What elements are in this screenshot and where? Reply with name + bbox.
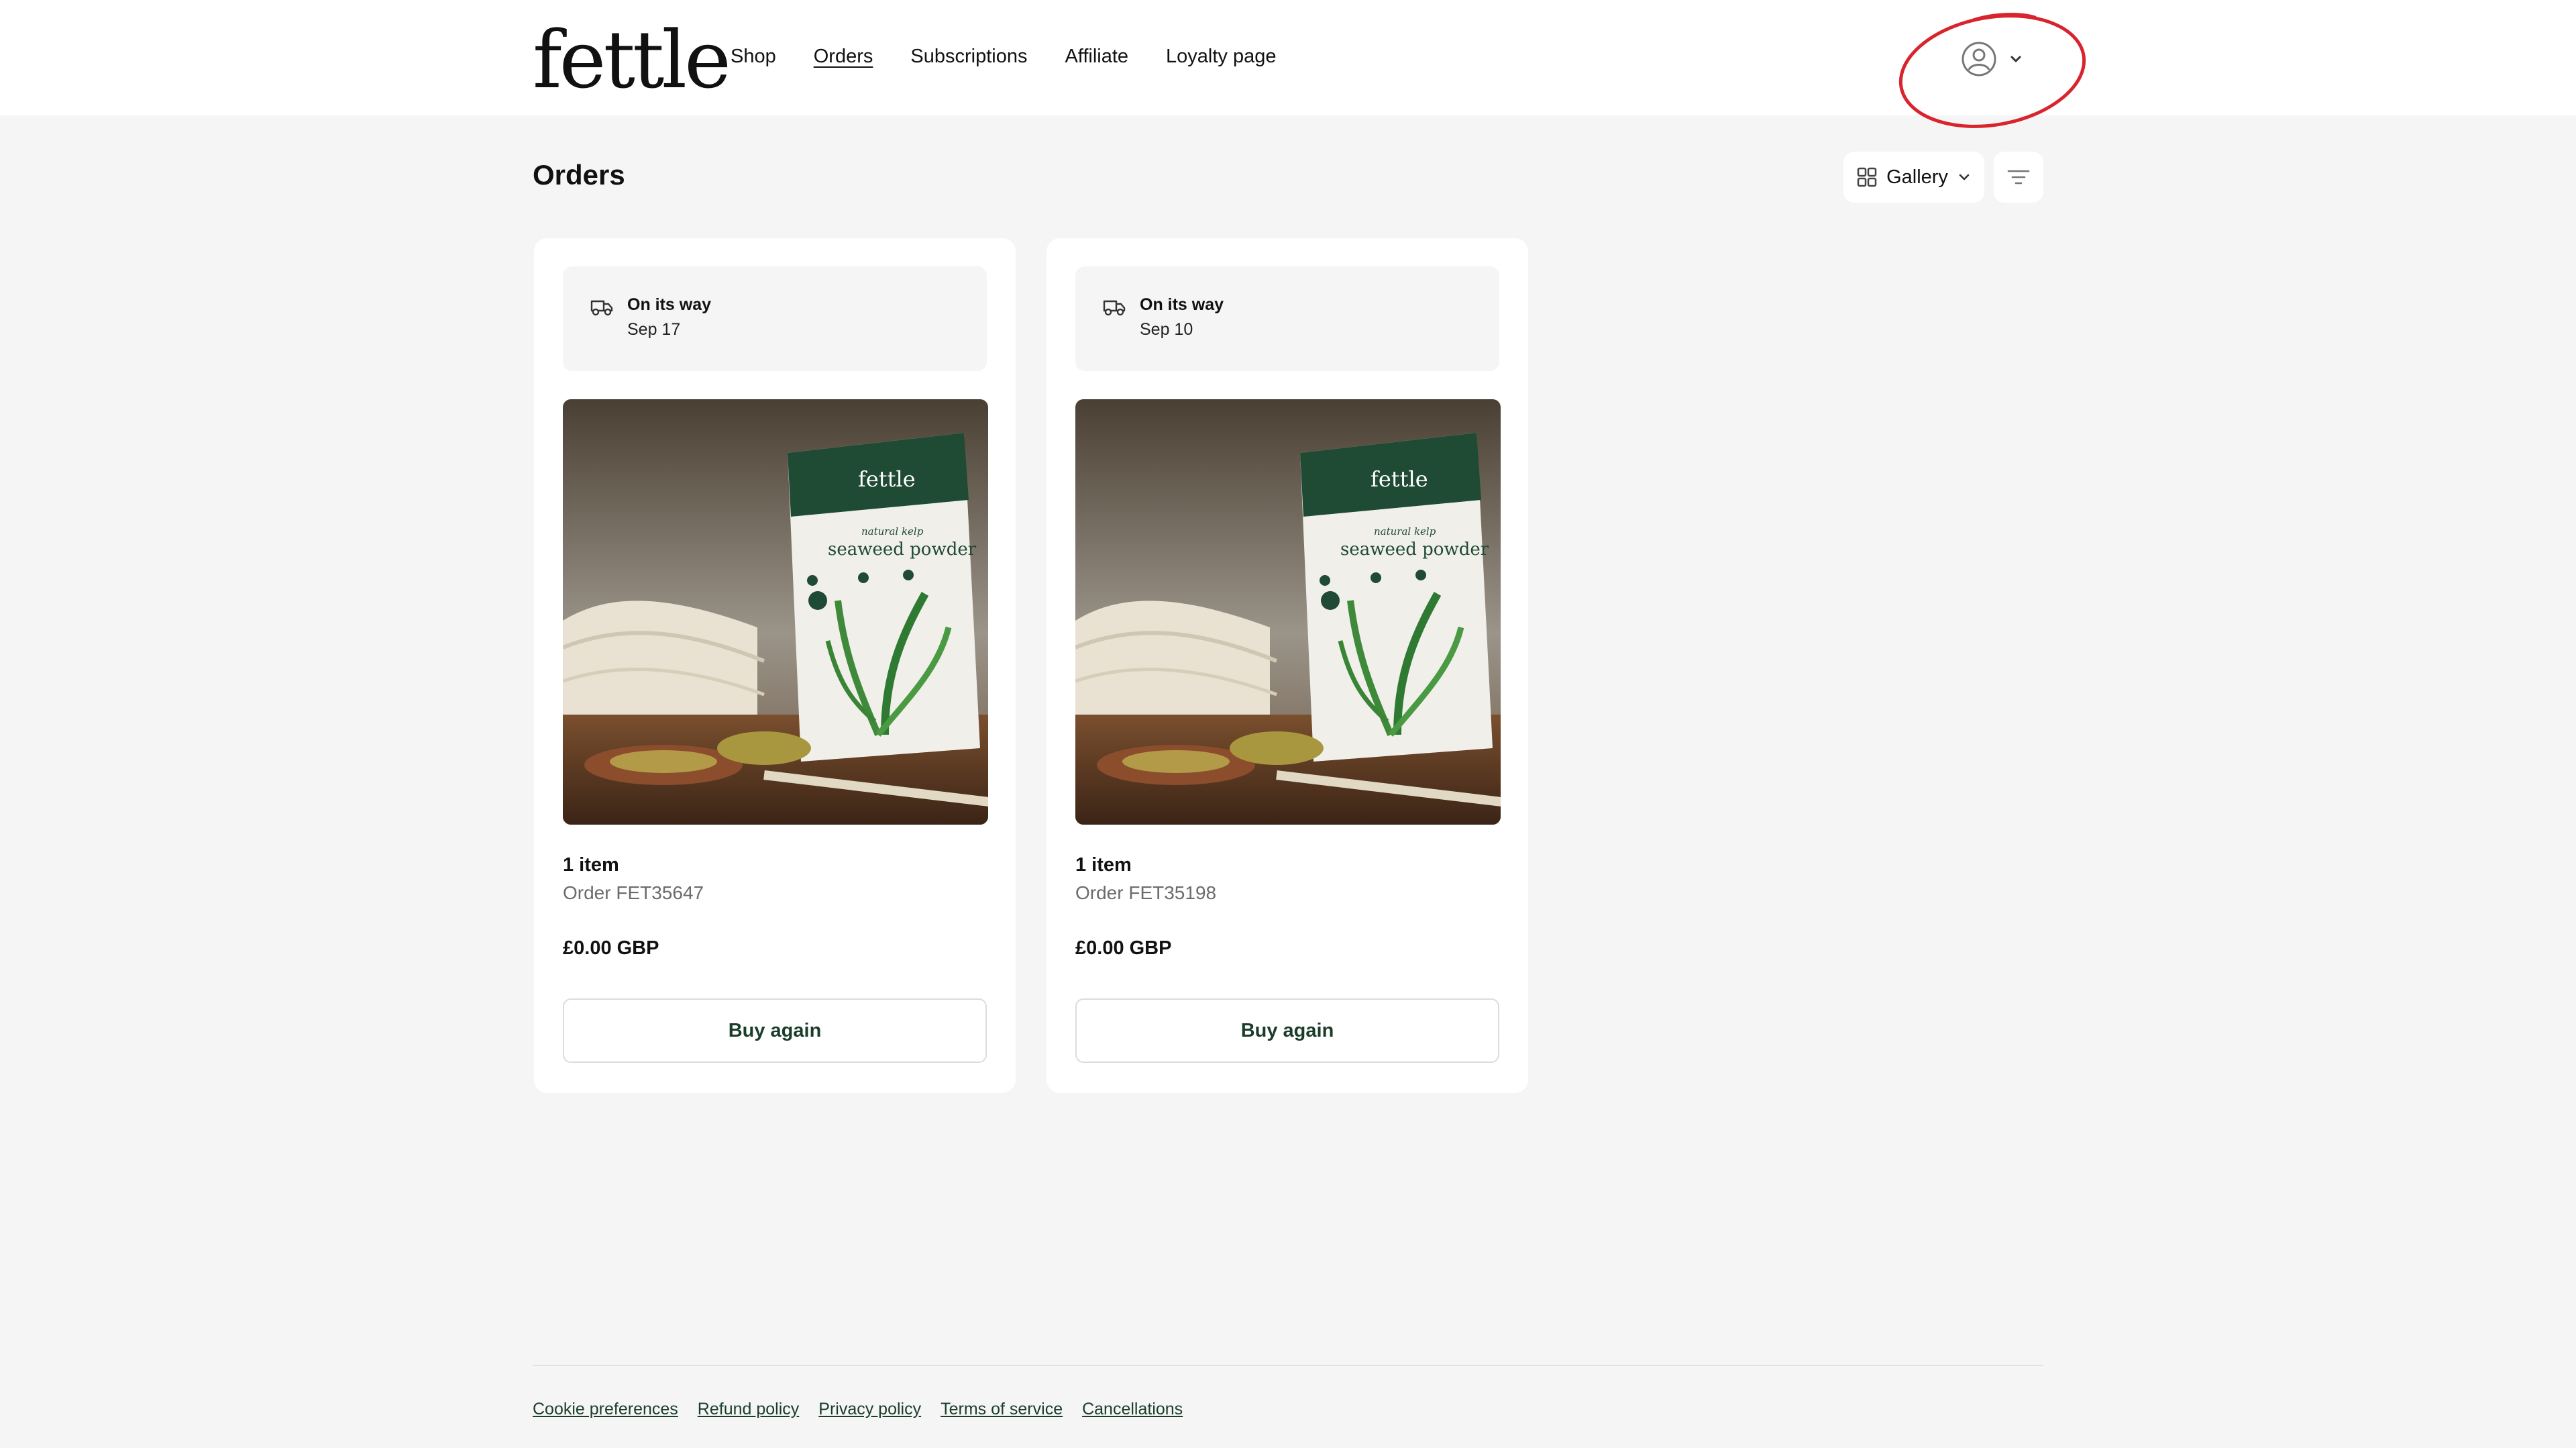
footer-link-privacy-policy[interactable]: Privacy policy bbox=[818, 1400, 921, 1419]
order-status-box: On its way Sep 10 bbox=[1075, 266, 1499, 371]
footer-divider bbox=[533, 1365, 2043, 1366]
footer-link-terms-of-service[interactable]: Terms of service bbox=[941, 1400, 1063, 1419]
status-date: Sep 10 bbox=[1140, 320, 1193, 339]
order-card: On its way Sep 10 fettle natural kelp se… bbox=[1046, 238, 1528, 1093]
buy-again-button[interactable]: Buy again bbox=[563, 998, 987, 1063]
seaweed-powder-product-photo: fettle natural kelp seaweed powder bbox=[563, 399, 988, 825]
nav-affiliate[interactable]: Affiliate bbox=[1065, 46, 1128, 68]
item-count: 1 item bbox=[563, 854, 619, 876]
pouch-name: seaweed powder bbox=[828, 539, 977, 560]
status-date: Sep 17 bbox=[627, 320, 681, 339]
delivery-truck-icon bbox=[1103, 300, 1126, 316]
footer-link-refund-policy[interactable]: Refund policy bbox=[698, 1400, 799, 1419]
fettle-logo[interactable]: fettle bbox=[533, 20, 731, 99]
filter-icon bbox=[2007, 170, 2030, 185]
nav-orders[interactable]: Orders bbox=[814, 46, 873, 68]
product-image[interactable]: fettle natural kelp seaweed powder bbox=[1075, 399, 1501, 825]
nav-shop[interactable]: Shop bbox=[731, 46, 776, 68]
order-total: £0.00 GBP bbox=[563, 937, 659, 959]
delivery-truck-icon bbox=[590, 300, 613, 316]
footer-link-cancellations[interactable]: Cancellations bbox=[1082, 1400, 1183, 1419]
pouch-name: seaweed powder bbox=[1340, 539, 1489, 560]
status-text: On its way bbox=[627, 295, 712, 314]
nav-subscriptions[interactable]: Subscriptions bbox=[910, 46, 1027, 68]
pouch-subtitle: natural kelp bbox=[1374, 525, 1436, 537]
order-number[interactable]: Order FET35647 bbox=[563, 882, 704, 904]
status-text: On its way bbox=[1140, 295, 1224, 314]
top-navigation-bar: fettle Shop Orders Subscriptions Affilia… bbox=[0, 0, 2576, 115]
product-image[interactable]: fettle natural kelp seaweed powder bbox=[563, 399, 988, 825]
grid-icon bbox=[1857, 167, 1877, 187]
gallery-view-dropdown[interactable]: Gallery bbox=[1843, 152, 1984, 203]
order-card: On its way Sep 17 fettle natural kelp se… bbox=[534, 238, 1016, 1093]
gallery-label: Gallery bbox=[1886, 166, 1948, 188]
order-number[interactable]: Order FET35198 bbox=[1075, 882, 1216, 904]
pouch-subtitle: natural kelp bbox=[861, 525, 924, 537]
order-total: £0.00 GBP bbox=[1075, 937, 1172, 959]
chevron-down-icon bbox=[1959, 174, 1970, 180]
buy-again-button[interactable]: Buy again bbox=[1075, 998, 1499, 1063]
footer-link-cookie-preferences[interactable]: Cookie preferences bbox=[533, 1400, 678, 1419]
item-count: 1 item bbox=[1075, 854, 1132, 876]
user-circle-icon bbox=[1962, 42, 1996, 76]
pouch-brand: fettle bbox=[1371, 466, 1428, 492]
chevron-down-icon bbox=[2010, 56, 2021, 62]
footer-links: Cookie preferences Refund policy Privacy… bbox=[533, 1400, 1202, 1419]
order-status-box: On its way Sep 17 bbox=[563, 266, 987, 371]
nav-loyalty-page[interactable]: Loyalty page bbox=[1166, 46, 1276, 68]
main-nav: Shop Orders Subscriptions Affiliate Loya… bbox=[731, 46, 1314, 68]
page-title: Orders bbox=[533, 159, 625, 191]
pouch-brand: fettle bbox=[858, 466, 916, 492]
account-menu-button[interactable] bbox=[1960, 40, 2023, 78]
filter-button[interactable] bbox=[1994, 152, 2043, 203]
seaweed-powder-product-photo: fettle natural kelp seaweed powder bbox=[1075, 399, 1501, 825]
